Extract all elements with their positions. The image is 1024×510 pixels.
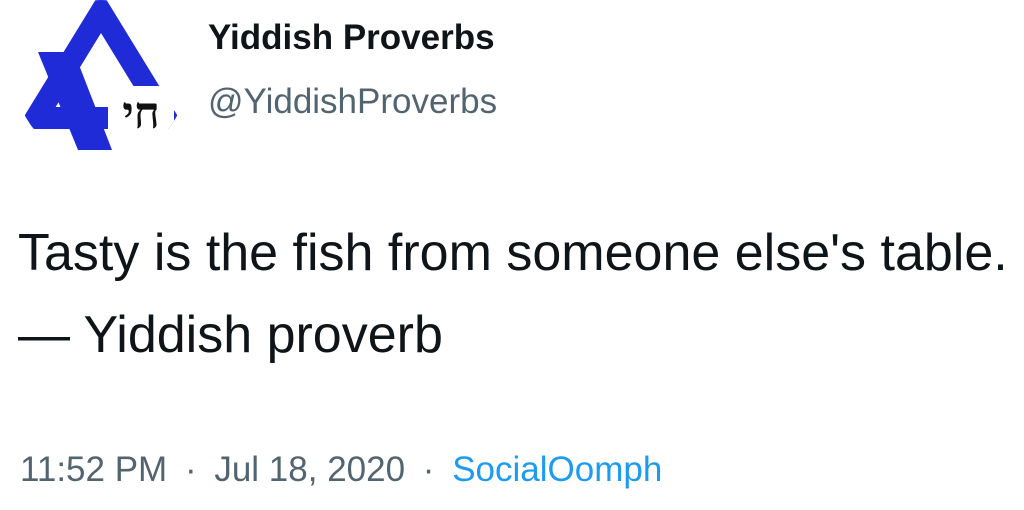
- tweet-card: חי Yiddish Proverbs @YiddishProverbs Tas…: [0, 0, 1024, 510]
- avatar-chai-text: חי: [122, 88, 160, 139]
- meta-separator: ·: [184, 450, 197, 489]
- user-handle[interactable]: @YiddishProverbs: [208, 80, 497, 124]
- display-name[interactable]: Yiddish Proverbs: [208, 16, 495, 60]
- star-of-david-chai-icon: חי: [16, 0, 186, 150]
- tweet-text: Tasty is the fish from someone else's ta…: [18, 224, 1008, 364]
- tweet-meta: 11:52 PM · Jul 18, 2020 · SocialOomph: [20, 448, 662, 492]
- meta-separator: ·: [422, 450, 435, 489]
- tweet-date[interactable]: Jul 18, 2020: [214, 450, 405, 489]
- tweet-time[interactable]: 11:52 PM: [20, 450, 167, 489]
- tweet-source-link[interactable]: SocialOomph: [452, 450, 662, 489]
- avatar[interactable]: חי: [16, 0, 186, 160]
